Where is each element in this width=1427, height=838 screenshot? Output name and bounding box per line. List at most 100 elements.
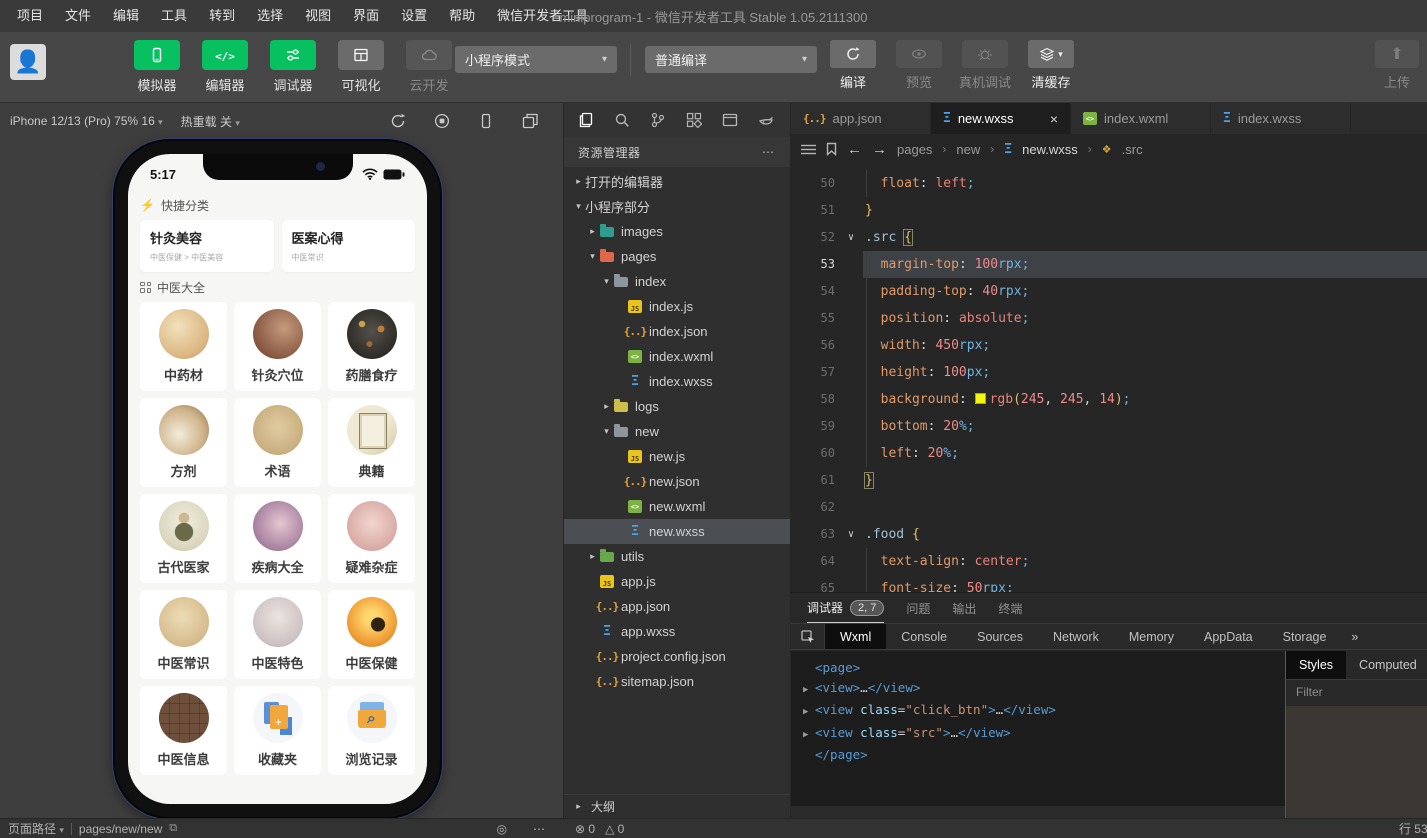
- category-card-中药材[interactable]: 中药材: [140, 302, 227, 391]
- mode-select[interactable]: 小程序模式 ▾: [455, 46, 617, 73]
- tree-item-小程序部分[interactable]: ▾ 小程序部分: [564, 194, 790, 219]
- devtools-tab-console[interactable]: Console: [886, 624, 962, 649]
- category-card-浏览记录[interactable]: 浏览记录: [328, 686, 415, 775]
- devtools-tab-sources[interactable]: Sources: [962, 624, 1038, 649]
- tree-item-new.wxml[interactable]: <> new.wxml: [564, 494, 790, 519]
- tree-item-index[interactable]: ▾ index: [564, 269, 790, 294]
- tree-item-images[interactable]: ▸ images: [564, 219, 790, 244]
- tree-item-new.js[interactable]: JS new.js: [564, 444, 790, 469]
- back-arrow-icon[interactable]: ←: [847, 141, 862, 158]
- breadcrumb-file[interactable]: new.wxss: [1022, 142, 1078, 157]
- overflow-icon[interactable]: »: [1341, 624, 1368, 649]
- wxml-node[interactable]: ▶ <view>…</view>: [803, 678, 1273, 701]
- tree-item-app.wxss[interactable]: Ξapp.wxss: [564, 619, 790, 644]
- blocks-icon[interactable]: [678, 106, 710, 134]
- devtools-tab-wxml[interactable]: Wxml: [825, 624, 887, 649]
- category-card-疾病大全[interactable]: 疾病大全: [234, 494, 321, 583]
- devtools-tab-memory[interactable]: Memory: [1114, 624, 1189, 649]
- windows-icon[interactable]: [521, 112, 539, 130]
- category-card-针灸穴位[interactable]: 针灸穴位: [234, 302, 321, 391]
- tree-item-index.js[interactable]: JS index.js: [564, 294, 790, 319]
- category-card-典籍[interactable]: 典籍: [328, 398, 415, 487]
- tree-item-index.wxss[interactable]: Ξindex.wxss: [564, 369, 790, 394]
- phone-icon[interactable]: [477, 112, 495, 130]
- breadcrumb-segment[interactable]: new: [956, 142, 980, 157]
- editor-tab-index.wxss[interactable]: Ξindex.wxss: [1211, 103, 1351, 134]
- menu-item-转到[interactable]: 转到: [198, 8, 246, 23]
- menu-item-选择[interactable]: 选择: [246, 8, 294, 23]
- devtools-tab-storage[interactable]: Storage: [1268, 624, 1342, 649]
- action-button-编译[interactable]: 编译: [822, 40, 884, 91]
- expand-arrow-icon[interactable]: ▶: [803, 726, 815, 746]
- wxml-node[interactable]: ▶ <view class="src">…</view>: [803, 723, 1273, 746]
- styles-tab-styles[interactable]: Styles: [1286, 651, 1347, 679]
- problems-summary[interactable]: ⊗ 0 △ 0: [563, 822, 624, 836]
- category-card-收藏夹[interactable]: 收藏夹: [234, 686, 321, 775]
- forward-arrow-icon[interactable]: →: [872, 141, 887, 158]
- bookmark-icon[interactable]: [826, 142, 837, 156]
- fold-icon[interactable]: ∨: [839, 521, 863, 548]
- tree-item-sitemap.json[interactable]: {..} sitemap.json: [564, 669, 790, 694]
- wxml-node[interactable]: ▶ <view class="click_btn">…</view>: [803, 700, 1273, 723]
- breadcrumb-symbol[interactable]: .src: [1122, 142, 1143, 157]
- refresh-icon[interactable]: [389, 112, 407, 130]
- menu-item-界面[interactable]: 界面: [342, 8, 390, 23]
- debugger-tab-调试器[interactable]: 调试器 2, 7: [807, 593, 885, 623]
- close-icon[interactable]: ×: [1050, 111, 1058, 127]
- breadcrumb-segment[interactable]: pages: [897, 142, 932, 157]
- toolbar-button-模拟器[interactable]: 模拟器: [128, 40, 186, 94]
- action-button-清缓存[interactable]: ▾ 清缓存: [1020, 40, 1082, 91]
- tree-item-new[interactable]: ▾ new: [564, 419, 790, 444]
- eye-icon[interactable]: ◎: [497, 822, 507, 836]
- toolbar-button-编辑器[interactable]: </> 编辑器: [196, 40, 254, 94]
- devtools-tab-appdata[interactable]: AppData: [1189, 624, 1268, 649]
- category-card-中医信息[interactable]: 中医信息: [140, 686, 227, 775]
- category-card-中医保健[interactable]: 中医保健: [328, 590, 415, 679]
- category-card-中医特色[interactable]: 中医特色: [234, 590, 321, 679]
- menu-item-工具[interactable]: 工具: [150, 8, 198, 23]
- tree-item-index.json[interactable]: {..} index.json: [564, 319, 790, 344]
- wxml-tree[interactable]: <page> ▶ <view>…</view> ▶ <view class="click…: [791, 651, 1285, 818]
- more-icon[interactable]: ⋯: [762, 145, 776, 159]
- toolbar-button-可视化[interactable]: 可视化: [332, 40, 390, 94]
- compile-select[interactable]: 普通编译 ▾: [645, 46, 817, 73]
- editor-tab-new.wxss[interactable]: Ξnew.wxss ×: [931, 103, 1071, 134]
- page-path-dropdown[interactable]: 页面路径 ▾: [8, 820, 64, 837]
- search-icon[interactable]: [606, 106, 638, 134]
- tree-item-new.wxss[interactable]: Ξnew.wxss: [564, 519, 790, 544]
- menu-item-帮助[interactable]: 帮助: [438, 8, 486, 23]
- git-branch-icon[interactable]: [642, 106, 674, 134]
- tree-item-new.json[interactable]: {..} new.json: [564, 469, 790, 494]
- category-card-方剂[interactable]: 方剂: [140, 398, 227, 487]
- expand-arrow-icon[interactable]: ▶: [803, 703, 815, 723]
- fold-icon[interactable]: ∨: [839, 224, 863, 251]
- category-card-药膳食疗[interactable]: 药膳食疗: [328, 302, 415, 391]
- category-card-术语[interactable]: 术语: [234, 398, 321, 487]
- tree-item-utils[interactable]: ▸ utils: [564, 544, 790, 569]
- outline-section[interactable]: ▸ 大纲: [564, 794, 790, 818]
- quick-card[interactable]: 医案心得 中医常识: [281, 220, 415, 272]
- styles-tab-computed[interactable]: Computed: [1346, 651, 1427, 679]
- record-icon[interactable]: [433, 112, 451, 130]
- debugger-tab-终端[interactable]: 终端: [998, 593, 1022, 623]
- menu-item-设置[interactable]: 设置: [390, 8, 438, 23]
- inspect-element-icon[interactable]: [791, 624, 825, 649]
- menu-item-项目[interactable]: 项目: [6, 8, 54, 23]
- menu-item-编辑[interactable]: 编辑: [102, 8, 150, 23]
- list-icon[interactable]: [801, 144, 816, 155]
- expand-arrow-icon[interactable]: ▶: [803, 681, 815, 701]
- window-icon[interactable]: [714, 106, 746, 134]
- styles-filter-input[interactable]: Filter: [1286, 680, 1427, 706]
- menu-item-文件[interactable]: 文件: [54, 8, 102, 23]
- toolbar-button-调试器[interactable]: 调试器: [264, 40, 322, 94]
- devtools-tab-network[interactable]: Network: [1038, 624, 1114, 649]
- editor-tab-app.json[interactable]: {..} app.json: [791, 103, 931, 134]
- copy-icon[interactable]: ⧉: [169, 822, 177, 835]
- wxml-node[interactable]: </page>: [803, 745, 1273, 765]
- tree-item-index.wxml[interactable]: <> index.wxml: [564, 344, 790, 369]
- tree-item-app.js[interactable]: JS app.js: [564, 569, 790, 594]
- tree-item-project.config.json[interactable]: {..} project.config.json: [564, 644, 790, 669]
- tree-item-app.json[interactable]: {..} app.json: [564, 594, 790, 619]
- hot-reload-toggle[interactable]: 热重载 关 ▾: [181, 113, 240, 130]
- files-icon[interactable]: [570, 106, 602, 134]
